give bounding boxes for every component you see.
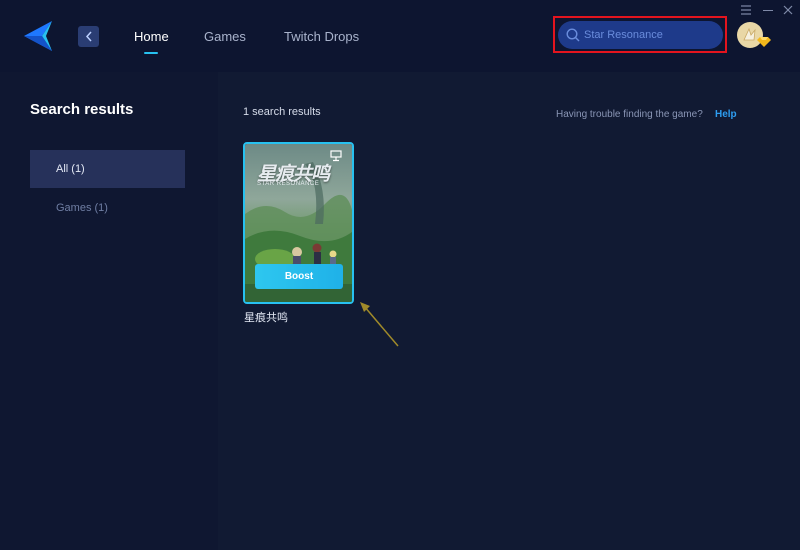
platform-icon	[330, 150, 342, 162]
sidebar: Search results All (1) Games (1)	[0, 72, 218, 550]
menu-icon[interactable]	[740, 5, 752, 15]
close-icon[interactable]	[782, 4, 794, 16]
tab-home[interactable]: Home	[134, 29, 169, 54]
game-cover-subtitle: STAR RESONANCE	[257, 181, 320, 187]
game-name: 星痕共鸣	[244, 311, 288, 324]
tab-twitch-drops-label: Twitch Drops	[284, 29, 360, 44]
game-card[interactable]: 星痕共鸣 STAR RESONANCE Boost	[243, 142, 354, 304]
sidebar-item-label: All (1)	[56, 163, 85, 175]
sidebar-title: Search results	[30, 101, 134, 118]
diamond-badge-icon	[757, 37, 771, 47]
chevron-left-icon	[85, 31, 92, 42]
tab-games[interactable]: Games	[204, 29, 246, 44]
annotation-arrow-icon	[360, 302, 399, 347]
search-highlight-box	[553, 16, 727, 53]
tab-home-label: Home	[134, 29, 169, 44]
results-count: 1 search results	[243, 106, 321, 118]
main-content: 1 search results Having trouble finding …	[218, 72, 800, 550]
help-link[interactable]: Help	[715, 109, 737, 120]
top-bar: Home Games Twitch Drops	[0, 0, 800, 72]
tab-games-label: Games	[204, 29, 246, 44]
sidebar-item-all[interactable]: All (1)	[30, 150, 185, 188]
boost-button[interactable]: Boost	[255, 264, 343, 289]
trouble-text: Having trouble finding the game?	[556, 109, 703, 120]
sidebar-item-label: Games (1)	[56, 202, 108, 214]
minimize-icon[interactable]	[763, 10, 773, 11]
sidebar-item-games[interactable]: Games (1)	[30, 189, 185, 227]
logo-icon[interactable]	[22, 19, 54, 53]
active-tab-indicator	[144, 52, 159, 54]
back-button[interactable]	[78, 26, 99, 47]
tab-twitch-drops[interactable]: Twitch Drops	[284, 29, 359, 44]
